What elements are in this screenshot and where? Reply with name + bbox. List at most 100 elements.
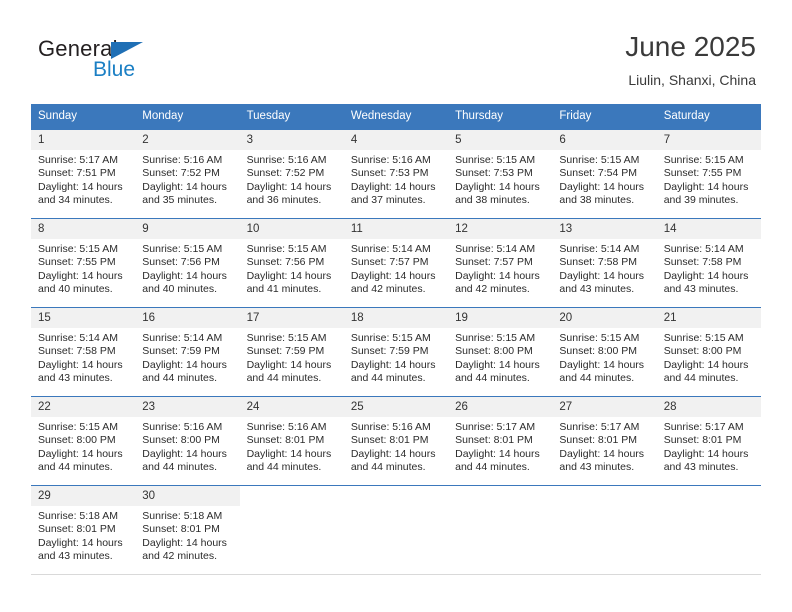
- week-row: 22 Sunrise: 5:15 AM Sunset: 8:00 PM Dayl…: [31, 396, 761, 485]
- day-cell[interactable]: 21 Sunrise: 5:15 AM Sunset: 8:00 PM Dayl…: [656, 308, 761, 396]
- daylight-text-line1: Daylight: 14 hours: [663, 180, 749, 193]
- day-cell[interactable]: 16 Sunrise: 5:14 AM Sunset: 7:59 PM Dayl…: [135, 308, 240, 396]
- daylight-text-line1: Daylight: 14 hours: [559, 180, 645, 193]
- sunset-text: Sunset: 7:52 PM: [142, 167, 220, 180]
- day-info: Sunrise: 5:15 AM Sunset: 7:55 PM Dayligh…: [31, 239, 135, 301]
- daylight-text-line2: and 44 minutes.: [663, 372, 739, 385]
- daylight-text-line2: and 44 minutes.: [246, 461, 322, 474]
- sunrise-text: Sunrise: 5:16 AM: [350, 421, 431, 433]
- daylight-text-line1: Daylight: 14 hours: [38, 536, 123, 549]
- sunrise-text: Sunrise: 5:14 AM: [455, 243, 536, 255]
- sunrise-text: Sunrise: 5:14 AM: [559, 243, 640, 255]
- day-cell[interactable]: 14 Sunrise: 5:14 AM Sunset: 7:58 PM Dayl…: [656, 219, 761, 307]
- daylight-text-line2: and 44 minutes.: [350, 372, 426, 385]
- day-cell[interactable]: 8 Sunrise: 5:15 AM Sunset: 7:55 PM Dayli…: [31, 219, 136, 307]
- day-info: Sunrise: 5:15 AM Sunset: 8:00 PM Dayligh…: [657, 328, 761, 390]
- grid-bottom-border: [31, 574, 761, 575]
- day-number: [343, 486, 449, 506]
- sunset-text: Sunset: 8:00 PM: [142, 434, 220, 447]
- day-cell[interactable]: 7 Sunrise: 5:15 AM Sunset: 7:55 PM Dayli…: [656, 130, 761, 218]
- sunset-text: Sunset: 7:58 PM: [663, 256, 742, 269]
- day-cell-empty: [448, 486, 553, 574]
- day-cell[interactable]: 26 Sunrise: 5:17 AM Sunset: 8:01 PM Dayl…: [448, 397, 553, 485]
- day-number: [448, 486, 553, 506]
- daylight-text-line2: and 44 minutes.: [246, 372, 322, 385]
- day-info: Sunrise: 5:16 AM Sunset: 7:52 PM Dayligh…: [240, 150, 344, 212]
- sunset-text: Sunset: 8:01 PM: [455, 434, 533, 447]
- sunset-text: Sunset: 8:01 PM: [246, 434, 325, 447]
- brand-name-blue: Blue: [93, 58, 136, 81]
- day-cell[interactable]: 27 Sunrise: 5:17 AM Sunset: 8:01 PM Dayl…: [552, 397, 657, 485]
- daylight-text-line2: and 41 minutes.: [246, 283, 322, 296]
- daylight-text-line1: Daylight: 14 hours: [350, 269, 436, 282]
- day-number: 10: [239, 219, 344, 239]
- daylight-text-line2: and 40 minutes.: [38, 283, 113, 296]
- day-cell[interactable]: 19 Sunrise: 5:15 AM Sunset: 8:00 PM Dayl…: [448, 308, 553, 396]
- day-cell[interactable]: 6 Sunrise: 5:15 AM Sunset: 7:54 PM Dayli…: [552, 130, 657, 218]
- sunrise-text: Sunrise: 5:16 AM: [350, 154, 431, 166]
- daylight-text-line1: Daylight: 14 hours: [350, 358, 436, 371]
- day-cell[interactable]: 11 Sunrise: 5:14 AM Sunset: 7:57 PM Dayl…: [343, 219, 449, 307]
- sunrise-text: Sunrise: 5:14 AM: [38, 332, 118, 344]
- sunset-text: Sunset: 7:58 PM: [559, 256, 638, 269]
- daylight-text-line1: Daylight: 14 hours: [38, 447, 123, 460]
- daylight-text-line2: and 35 minutes.: [142, 194, 217, 207]
- daylight-text-line1: Daylight: 14 hours: [142, 269, 227, 282]
- day-cell[interactable]: 3 Sunrise: 5:16 AM Sunset: 7:52 PM Dayli…: [239, 130, 344, 218]
- day-number: 1: [31, 130, 136, 150]
- daylight-text-line1: Daylight: 14 hours: [455, 269, 540, 282]
- day-cell[interactable]: 5 Sunrise: 5:15 AM Sunset: 7:53 PM Dayli…: [448, 130, 553, 218]
- daylight-text-line2: and 42 minutes.: [455, 283, 530, 296]
- daylight-text-line1: Daylight: 14 hours: [663, 447, 749, 460]
- sunset-text: Sunset: 8:00 PM: [455, 345, 533, 358]
- day-cell[interactable]: 29 Sunrise: 5:18 AM Sunset: 8:01 PM Dayl…: [31, 486, 136, 574]
- day-cell[interactable]: 23 Sunrise: 5:16 AM Sunset: 8:00 PM Dayl…: [135, 397, 240, 485]
- daylight-text-line2: and 44 minutes.: [142, 461, 217, 474]
- sunrise-text: Sunrise: 5:15 AM: [142, 243, 223, 255]
- day-cell[interactable]: 15 Sunrise: 5:14 AM Sunset: 7:58 PM Dayl…: [31, 308, 136, 396]
- sunrise-text: Sunrise: 5:14 AM: [663, 243, 744, 255]
- day-cell[interactable]: 17 Sunrise: 5:15 AM Sunset: 7:59 PM Dayl…: [239, 308, 344, 396]
- day-number: 15: [31, 308, 136, 328]
- day-cell[interactable]: 9 Sunrise: 5:15 AM Sunset: 7:56 PM Dayli…: [135, 219, 240, 307]
- sunset-text: Sunset: 8:01 PM: [38, 523, 116, 536]
- day-number: 27: [552, 397, 657, 417]
- day-cell[interactable]: 22 Sunrise: 5:15 AM Sunset: 8:00 PM Dayl…: [31, 397, 136, 485]
- day-cell[interactable]: 25 Sunrise: 5:16 AM Sunset: 8:01 PM Dayl…: [343, 397, 449, 485]
- day-cell[interactable]: 20 Sunrise: 5:15 AM Sunset: 8:00 PM Dayl…: [552, 308, 657, 396]
- day-cell[interactable]: 2 Sunrise: 5:16 AM Sunset: 7:52 PM Dayli…: [135, 130, 240, 218]
- day-cell[interactable]: 4 Sunrise: 5:16 AM Sunset: 7:53 PM Dayli…: [343, 130, 449, 218]
- day-cell[interactable]: 18 Sunrise: 5:15 AM Sunset: 7:59 PM Dayl…: [343, 308, 449, 396]
- weekday-header-tuesday: Tuesday: [246, 110, 291, 122]
- sunset-text: Sunset: 7:53 PM: [350, 167, 429, 180]
- day-info: Sunrise: 5:14 AM Sunset: 7:59 PM Dayligh…: [135, 328, 239, 390]
- daylight-text-line1: Daylight: 14 hours: [350, 180, 436, 193]
- day-info: Sunrise: 5:14 AM Sunset: 7:58 PM Dayligh…: [31, 328, 135, 390]
- day-cell[interactable]: 10 Sunrise: 5:15 AM Sunset: 7:56 PM Dayl…: [239, 219, 344, 307]
- day-info: Sunrise: 5:15 AM Sunset: 8:00 PM Dayligh…: [552, 328, 656, 390]
- sunset-text: Sunset: 7:55 PM: [38, 256, 116, 269]
- daylight-text-line1: Daylight: 14 hours: [663, 269, 749, 282]
- day-cell[interactable]: 30 Sunrise: 5:18 AM Sunset: 8:01 PM Dayl…: [135, 486, 240, 574]
- daylight-text-line1: Daylight: 14 hours: [559, 358, 645, 371]
- day-info: Sunrise: 5:15 AM Sunset: 7:56 PM Dayligh…: [135, 239, 239, 301]
- day-info: Sunrise: 5:15 AM Sunset: 8:00 PM Dayligh…: [448, 328, 552, 390]
- day-cell[interactable]: 24 Sunrise: 5:16 AM Sunset: 8:01 PM Dayl…: [239, 397, 344, 485]
- daylight-text-line1: Daylight: 14 hours: [142, 358, 227, 371]
- week-row: 1 Sunrise: 5:17 AM Sunset: 7:51 PM Dayli…: [31, 129, 761, 218]
- daylight-text-line2: and 43 minutes.: [559, 283, 635, 296]
- sunset-text: Sunset: 8:00 PM: [38, 434, 116, 447]
- sunset-text: Sunset: 7:52 PM: [246, 167, 325, 180]
- daylight-text-line2: and 38 minutes.: [559, 194, 635, 207]
- daylight-text-line1: Daylight: 14 hours: [142, 180, 227, 193]
- daylight-text-line2: and 38 minutes.: [455, 194, 530, 207]
- sunset-text: Sunset: 7:54 PM: [559, 167, 638, 180]
- sunrise-text: Sunrise: 5:17 AM: [559, 421, 640, 433]
- sunrise-text: Sunrise: 5:17 AM: [455, 421, 536, 433]
- day-info: Sunrise: 5:15 AM Sunset: 7:59 PM Dayligh…: [344, 328, 448, 390]
- day-cell[interactable]: 1 Sunrise: 5:17 AM Sunset: 7:51 PM Dayli…: [31, 130, 136, 218]
- day-cell[interactable]: 28 Sunrise: 5:17 AM Sunset: 8:01 PM Dayl…: [656, 397, 761, 485]
- day-cell[interactable]: 13 Sunrise: 5:14 AM Sunset: 7:58 PM Dayl…: [552, 219, 657, 307]
- day-cell[interactable]: 12 Sunrise: 5:14 AM Sunset: 7:57 PM Dayl…: [448, 219, 553, 307]
- week-row: 15 Sunrise: 5:14 AM Sunset: 7:58 PM Dayl…: [31, 307, 761, 396]
